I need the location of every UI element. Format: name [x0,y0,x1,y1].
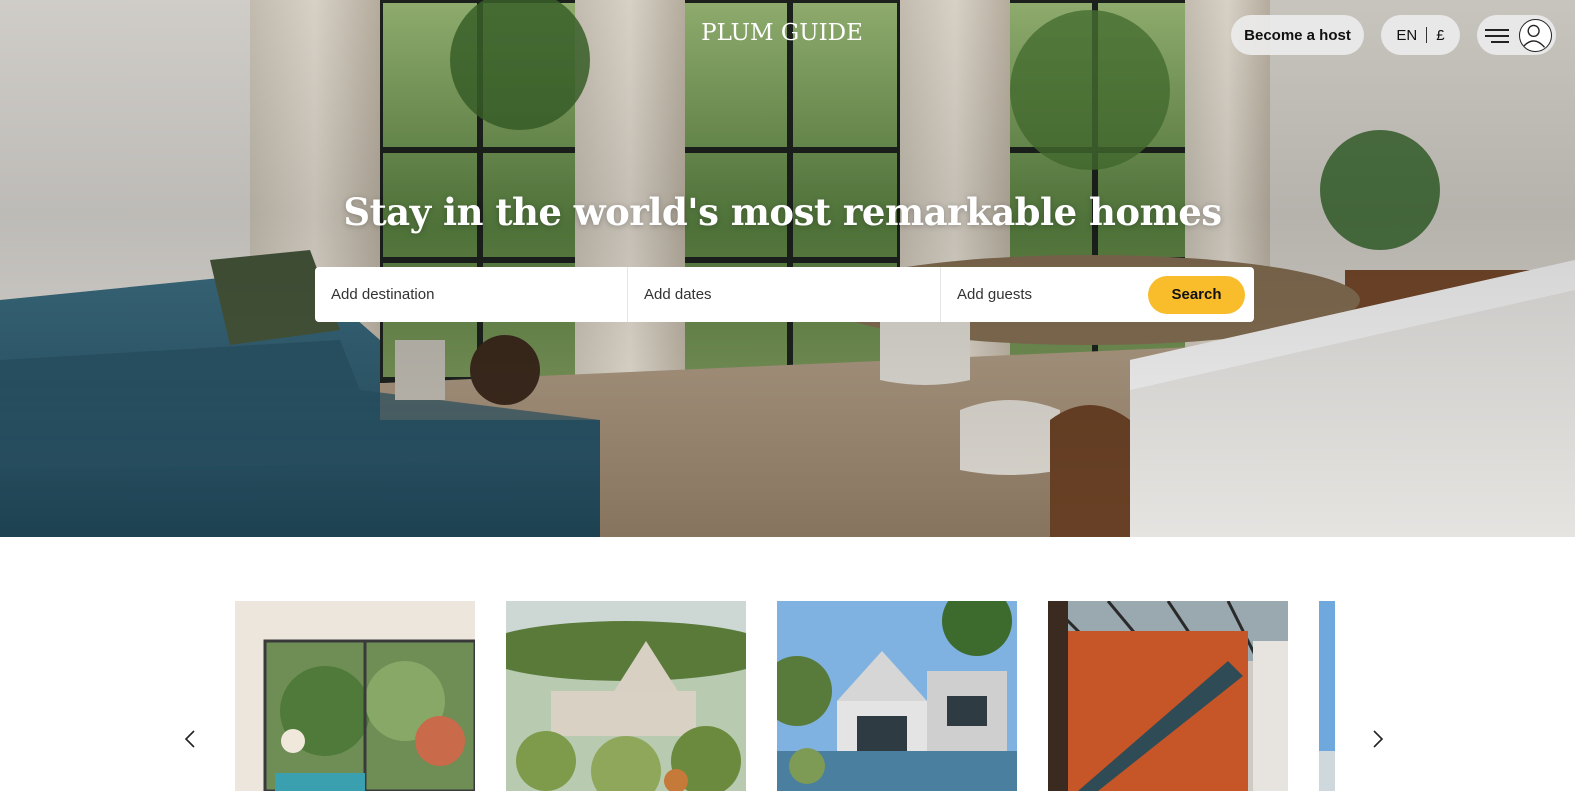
hero-section: PLUM GUIDE Become a host EN £ Stay in th… [0,0,1575,537]
search-button[interactable]: Search [1148,275,1245,314]
home-card-image[interactable] [1048,601,1288,791]
search-bar: Add destination Add dates Add guests Sea… [315,267,1254,322]
guests-field[interactable]: Add guests Search [941,267,1254,322]
chevron-right-icon[interactable] [1366,727,1390,751]
home-card-image[interactable] [777,601,1017,791]
user-avatar-icon [1519,18,1552,52]
hamburger-menu-icon [1485,27,1511,43]
destination-field[interactable]: Add destination [315,267,628,322]
account-menu-button[interactable] [1477,15,1556,55]
site-logo[interactable]: PLUM GUIDE [700,20,864,46]
home-card-image[interactable] [235,601,475,791]
language-label: EN [1396,26,1418,44]
currency-label: £ [1436,26,1445,44]
dates-field[interactable]: Add dates [628,267,941,322]
become-host-button[interactable]: Become a host [1231,15,1364,55]
home-card-image[interactable] [1319,601,1335,791]
hero-headline: Stay in the world's most remarkable home… [343,190,1222,234]
guests-placeholder: Add guests [957,286,1033,303]
divider [1426,27,1428,43]
language-currency-button[interactable]: EN £ [1381,15,1460,55]
home-card-image[interactable] [506,601,746,791]
chevron-left-icon[interactable] [178,727,202,751]
homes-carousel [0,537,1575,791]
